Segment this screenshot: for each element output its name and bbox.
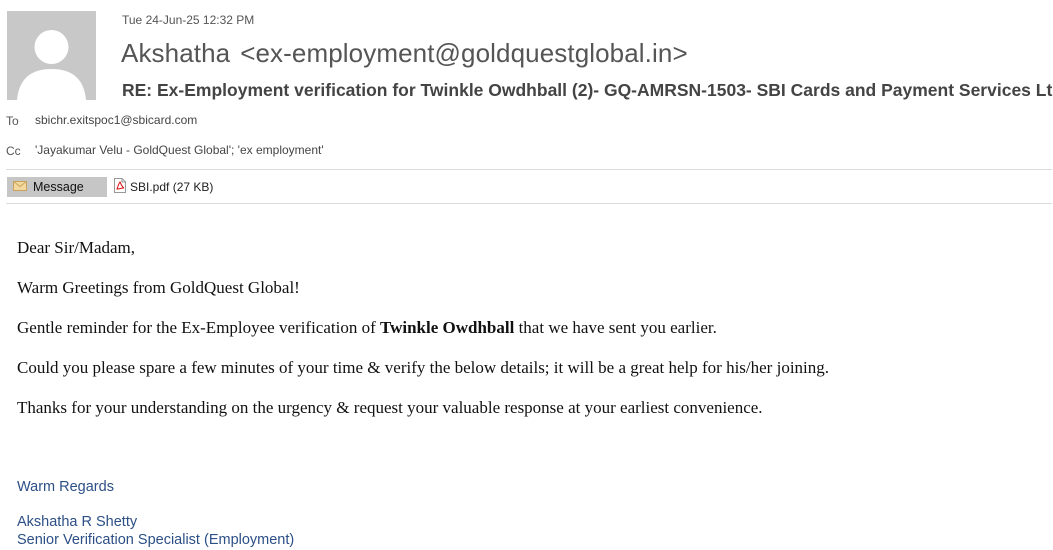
to-recipient[interactable]: sbichr.exitspoc1@sbicard.com <box>35 113 197 127</box>
person-silhouette-icon <box>7 11 96 100</box>
message-subject: RE: Ex-Employment verification for Twink… <box>122 80 1053 100</box>
body-line-2-end: that we have sent you earlier. <box>514 318 717 337</box>
sender-name[interactable]: Akshatha <box>121 38 230 68</box>
body-line-4: Thanks for your understanding on the urg… <box>17 398 763 417</box>
greeting-text: Dear Sir/Madam, <box>17 238 136 257</box>
cc-label: Cc <box>6 144 21 158</box>
body-line-3: Could you please spare a few minutes of … <box>17 358 830 377</box>
envelope-icon <box>13 180 27 194</box>
signature-title: Senior Verification Specialist (Employme… <box>17 532 295 548</box>
message-date: Tue 24-Jun-25 12:32 PM <box>122 13 255 27</box>
sender[interactable]: Akshatha <ex-employment@goldquestglobal.i… <box>121 38 688 69</box>
attachment-label: SBI.pdf (27 KB) <box>130 180 214 194</box>
to-label: To <box>6 114 19 128</box>
message-tab[interactable]: Message <box>7 177 107 197</box>
employee-name: Twinkle Owdhball <box>380 318 515 337</box>
body-line-2: Gentle reminder for the Ex-Employee veri… <box>17 318 717 338</box>
message-tab-label: Message <box>33 180 84 194</box>
body-line-2-start: Gentle reminder for the Ex-Employee veri… <box>17 318 380 337</box>
signature-regards: Warm Regards <box>17 479 114 495</box>
header-divider <box>6 169 1052 170</box>
pdf-file-icon <box>114 178 126 196</box>
body-divider <box>6 203 1052 204</box>
cc-recipients[interactable]: 'Jayakumar Velu - GoldQuest Global'; 'ex… <box>35 143 324 157</box>
attachment-sbi-pdf[interactable]: SBI.pdf (27 KB) <box>114 177 213 197</box>
signature-name: Akshatha R Shetty <box>17 514 138 530</box>
sender-avatar <box>7 11 96 100</box>
sender-email[interactable]: <ex-employment@goldquestglobal.in> <box>240 38 688 68</box>
body-line-1: Warm Greetings from GoldQuest Global! <box>17 278 300 297</box>
